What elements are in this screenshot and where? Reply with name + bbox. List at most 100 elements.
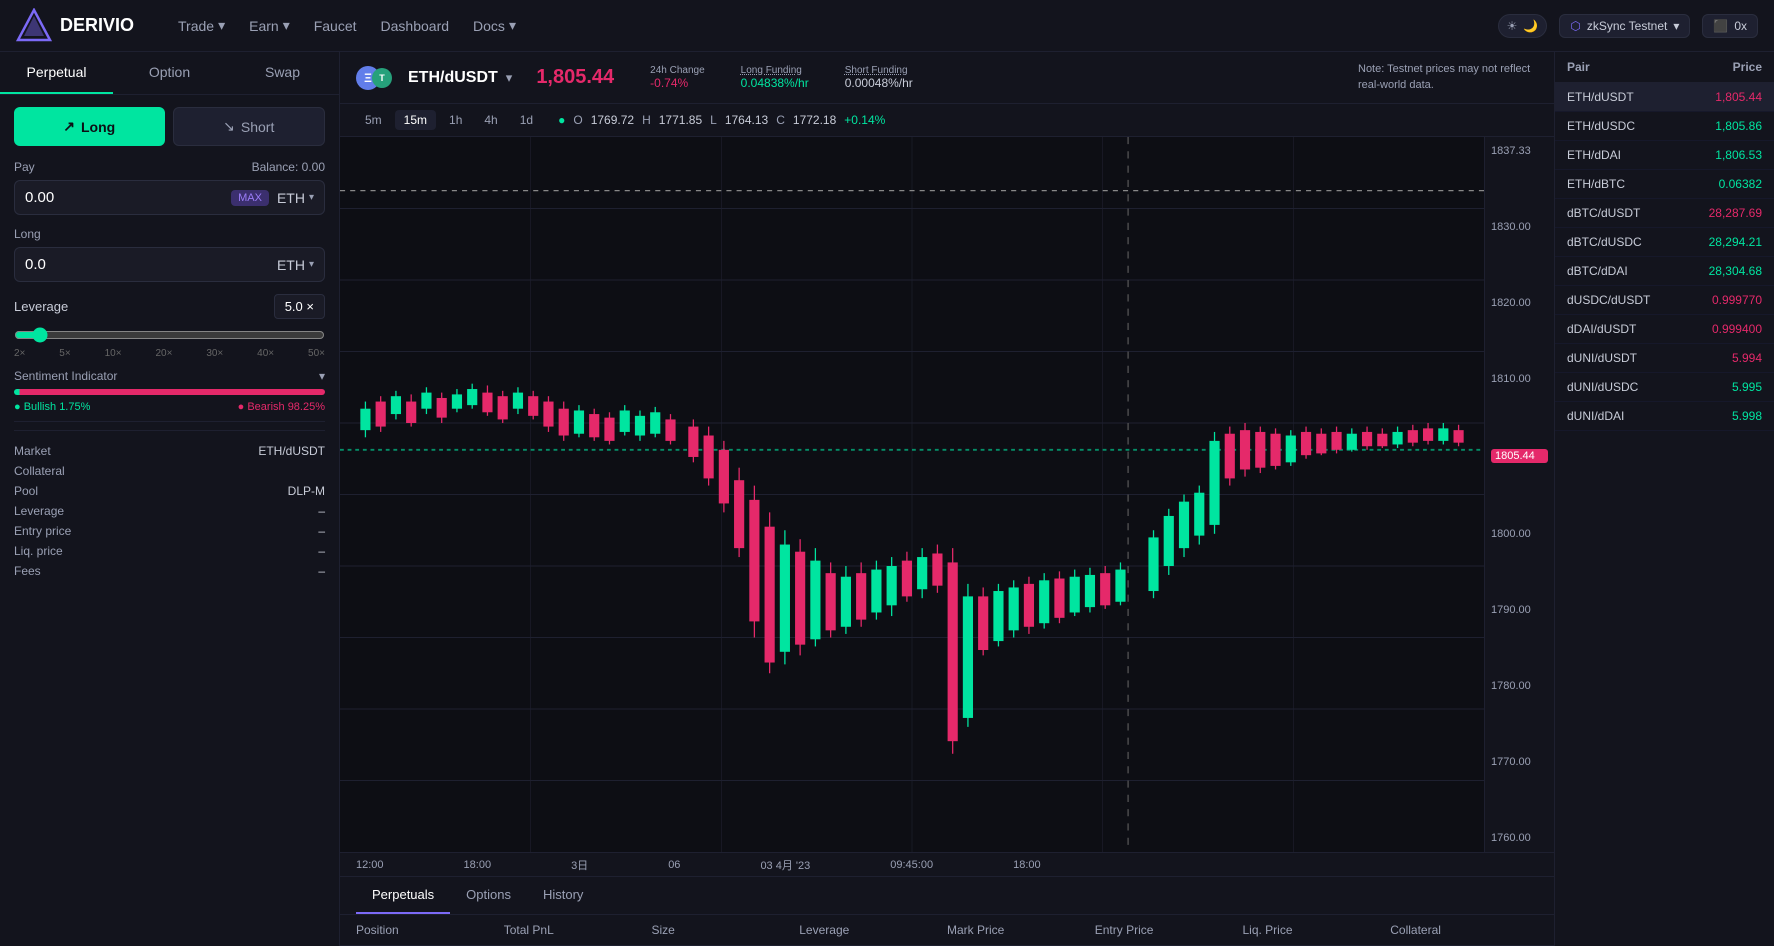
trend-up-icon: ↗: [63, 118, 75, 135]
tf-1h[interactable]: 1h: [440, 110, 471, 130]
price-axis: 1837.33 1830.00 1820.00 1810.00 1805.44 …: [1484, 137, 1554, 852]
long-input-group: ETH ▾: [14, 247, 325, 282]
nav-docs[interactable]: Docs ▾: [473, 17, 516, 34]
list-item[interactable]: ETH/dBTC 0.06382: [1555, 170, 1774, 199]
leverage-row: Leverage 5.0 ×: [14, 294, 325, 319]
chart-header: Ξ T ETH/dUSDT ▾ 1,805.44 24h Change -0.7…: [340, 52, 1554, 104]
price-tick: 1790.00: [1491, 604, 1548, 616]
positions-header: Position Total PnL Size Leverage Mark Pr…: [340, 915, 1554, 946]
long-funding-group: Long Funding 0.04838%/hr: [741, 65, 809, 90]
short-button[interactable]: ↘ Short: [173, 107, 326, 146]
leverage-slider-container: 2× 5× 10× 20× 30× 40× 50×: [14, 327, 325, 359]
candlestick-chart: [340, 137, 1484, 852]
info-row-collateral: Collateral: [14, 461, 325, 481]
tf-15m[interactable]: 15m: [395, 110, 436, 130]
nav-dashboard[interactable]: Dashboard: [381, 18, 450, 34]
list-item[interactable]: dBTC/dDAI 28,304.68: [1555, 257, 1774, 286]
main-layout: Perpetual Option Swap ↗ Long ↘ Short Pay…: [0, 52, 1774, 946]
tf-1d[interactable]: 1d: [511, 110, 542, 130]
info-row-leverage: Leverage –: [14, 501, 325, 521]
tab-perpetuals[interactable]: Perpetuals: [356, 877, 450, 914]
list-item[interactable]: ETH/dUSDT 1,805.44: [1555, 83, 1774, 112]
nav-faucet[interactable]: Faucet: [314, 18, 357, 34]
price-tick: 1837.33: [1491, 145, 1548, 157]
tab-option[interactable]: Option: [113, 52, 226, 94]
nav-trade[interactable]: Trade ▾: [178, 17, 225, 34]
pair-name: ETH/dUSDT: [408, 69, 498, 87]
price-tick: 1760.00: [1491, 832, 1548, 844]
tab-options[interactable]: Options: [450, 877, 527, 914]
time-axis: 12:00 18:00 3日 06 03 4月 '23 09:45:00 18:…: [340, 852, 1554, 876]
network-icon: ⬡: [1570, 19, 1580, 33]
theme-toggle[interactable]: ☀ 🌙: [1498, 14, 1548, 38]
list-item[interactable]: ETH/dUSDC 1,805.86: [1555, 112, 1774, 141]
tf-4h[interactable]: 4h: [475, 110, 506, 130]
leverage-slider[interactable]: [14, 327, 325, 343]
trend-down-icon: ↘: [223, 118, 235, 135]
info-row-pool: Pool DLP-M: [14, 481, 325, 501]
right-panel: Pair Price ETH/dUSDT 1,805.44 ETH/dUSDC …: [1554, 52, 1774, 946]
list-item[interactable]: dUNI/dDAI 5.998: [1555, 402, 1774, 431]
moon-icon: 🌙: [1523, 19, 1538, 33]
price-tick: 1770.00: [1491, 756, 1548, 768]
24h-change-group: 24h Change -0.74%: [650, 65, 705, 90]
tab-swap[interactable]: Swap: [226, 52, 339, 94]
rp-rows: ETH/dUSDT 1,805.44 ETH/dUSDC 1,805.86 ET…: [1555, 83, 1774, 431]
current-price: 1,805.44: [536, 66, 614, 89]
max-button[interactable]: MAX: [231, 190, 269, 206]
list-item[interactable]: dBTC/dUSDC 28,294.21: [1555, 228, 1774, 257]
pay-token-select[interactable]: ETH ▾: [277, 190, 314, 206]
list-item[interactable]: ETH/dDAI 1,806.53: [1555, 141, 1774, 170]
timeframe-bar: 5m 15m 1h 4h 1d ● O 1769.72 H 1771.85 L …: [340, 104, 1554, 137]
long-button[interactable]: ↗ Long: [14, 107, 165, 146]
price-tick: 1780.00: [1491, 680, 1548, 692]
nav-right: ☀ 🌙 ⬡ zkSync Testnet ▾ ⬛ 0x: [1498, 14, 1758, 38]
info-row-entry-price: Entry price –: [14, 521, 325, 541]
topnav: DERIVIO Trade ▾ Earn ▾ Faucet Dashboard …: [0, 0, 1774, 52]
ohlc-info: ● O 1769.72 H 1771.85 L 1764.13 C 1772.1…: [558, 113, 885, 127]
long-funding-value: 0.04838%/hr: [741, 76, 809, 90]
long-input[interactable]: [25, 256, 277, 273]
list-item[interactable]: dUNI/dUSDT 5.994: [1555, 344, 1774, 373]
chart-canvas: 1837.33 1830.00 1820.00 1810.00 1805.44 …: [340, 137, 1554, 852]
change-value: -0.74%: [650, 76, 705, 90]
bottom-tab-bar: Perpetuals Options History: [340, 877, 1554, 915]
chevron-down-icon: ▾: [309, 192, 314, 203]
list-item[interactable]: dDAI/dUSDT 0.999400: [1555, 315, 1774, 344]
info-section: Market ETH/dUSDT Collateral Pool DLP-M L…: [14, 430, 325, 581]
leverage-value: 5.0 ×: [274, 294, 325, 319]
tf-5m[interactable]: 5m: [356, 110, 391, 130]
usdt-icon: T: [372, 68, 392, 88]
sentiment-vals: ● Bullish 1.75% ● Bearish 98.25%: [14, 401, 325, 413]
pair-info[interactable]: Ξ T ETH/dUSDT ▾: [356, 66, 512, 90]
chevron-down-icon: ▾: [1673, 19, 1679, 33]
list-item[interactable]: dUSDC/dUSDT 0.999770: [1555, 286, 1774, 315]
rp-header: Pair Price: [1555, 52, 1774, 83]
current-price-tick: 1805.44: [1491, 449, 1548, 463]
chevron-down-icon: ▾: [319, 369, 325, 383]
list-item[interactable]: dUNI/dUSDC 5.995: [1555, 373, 1774, 402]
price-tick: 1800.00: [1491, 528, 1548, 540]
wallet-button[interactable]: ⬛ 0x: [1702, 14, 1758, 38]
tab-history[interactable]: History: [527, 877, 599, 914]
center-area: Ξ T ETH/dUSDT ▾ 1,805.44 24h Change -0.7…: [340, 52, 1554, 946]
left-tab-bar: Perpetual Option Swap: [0, 52, 339, 95]
price-tick: 1830.00: [1491, 221, 1548, 233]
ls-buttons: ↗ Long ↘ Short: [14, 107, 325, 146]
sentiment-bar: [14, 389, 325, 395]
price-tick: 1820.00: [1491, 297, 1548, 309]
logo: DERIVIO: [16, 8, 134, 44]
network-badge[interactable]: ⬡ zkSync Testnet ▾: [1559, 14, 1690, 38]
wallet-icon: ⬛: [1713, 19, 1728, 33]
tab-perpetual[interactable]: Perpetual: [0, 52, 113, 94]
pay-label-row: Pay Balance: 0.00: [14, 160, 325, 174]
chevron-down-icon: ▾: [506, 70, 513, 86]
chevron-down-icon: ▾: [309, 259, 314, 270]
pay-input[interactable]: [25, 189, 231, 206]
list-item[interactable]: dBTC/dUSDT 28,287.69: [1555, 199, 1774, 228]
nav-earn[interactable]: Earn ▾: [249, 17, 290, 34]
info-row-liq-price: Liq. price –: [14, 541, 325, 561]
price-tick: 1810.00: [1491, 373, 1548, 385]
long-token-select[interactable]: ETH ▾: [277, 257, 314, 273]
pay-input-group: MAX ETH ▾: [14, 180, 325, 215]
